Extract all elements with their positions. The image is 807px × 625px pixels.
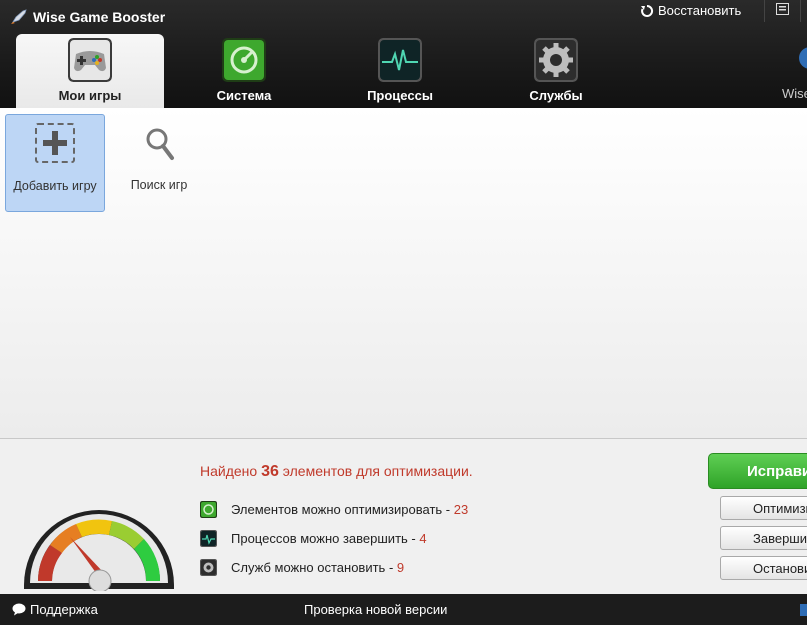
found-count: 36	[261, 463, 279, 480]
optimization-panel: Найдено 36 элементов для оптимизации. Эл…	[0, 438, 807, 595]
services-icon	[200, 559, 217, 576]
support-label: Поддержка	[30, 602, 98, 617]
app-title: Wise Game Booster	[10, 7, 165, 27]
wise-link[interactable]: Wise	[782, 86, 807, 101]
optimize-button[interactable]: Оптимизировать	[720, 496, 807, 520]
speedometer-icon	[24, 510, 174, 591]
tab-my-games[interactable]: Мои игры	[16, 34, 164, 108]
stat-text: Элементов можно оптимизировать - 23	[231, 502, 468, 517]
stat-row-services: Служб можно остановить - 9	[200, 559, 404, 576]
processes-icon	[378, 38, 422, 82]
stat-label: Процессов можно завершить -	[231, 531, 420, 546]
support-link[interactable]: Поддержка	[12, 602, 98, 617]
found-prefix: Найдено	[200, 463, 258, 479]
services-icon	[534, 38, 578, 82]
search-games-label: Поиск игр	[130, 178, 188, 192]
processes-icon	[200, 530, 217, 547]
stat-text: Процессов можно завершить - 4	[231, 531, 427, 546]
found-summary: Найдено 36 элементов для оптимизации.	[200, 463, 473, 481]
rocket-icon	[11, 9, 27, 24]
tab-label: Система	[216, 88, 272, 103]
title-bar: Wise Game Booster Восстановить Мои игры	[0, 0, 807, 108]
add-game-button[interactable]: Добавить игру	[5, 114, 105, 212]
tab-label: Процессы	[367, 88, 433, 103]
restore-label: Восстановить	[658, 3, 742, 18]
tab-system[interactable]: Система	[170, 34, 318, 108]
gamepad-icon	[68, 38, 112, 82]
found-suffix: элементов для оптимизации.	[282, 463, 473, 479]
terminate-button[interactable]: Завершить	[720, 526, 807, 550]
restore-button[interactable]: Восстановить	[640, 3, 741, 18]
stat-label: Элементов можно оптимизировать -	[231, 502, 454, 517]
search-games-button[interactable]: Поиск игр	[110, 114, 208, 210]
tab-processes[interactable]: Процессы	[326, 34, 474, 108]
stat-row-system: Элементов можно оптимизировать - 23	[200, 501, 468, 518]
social-icon[interactable]	[800, 604, 807, 616]
stat-value: 9	[396, 560, 405, 575]
stat-row-processes: Процессов можно завершить - 4	[200, 530, 427, 547]
fix-button[interactable]: Исправить	[708, 453, 807, 489]
status-bar: Поддержка Проверка новой версии	[0, 594, 807, 625]
system-icon	[222, 38, 266, 82]
stat-text: Служб можно остановить - 9	[231, 560, 404, 575]
fix-label: Исправить	[747, 462, 807, 480]
tab-services[interactable]: Службы	[482, 34, 630, 108]
stat-label: Служб можно остановить -	[231, 560, 397, 575]
plus-icon	[43, 131, 67, 155]
stat-value: 23	[453, 502, 469, 517]
tab-label: Службы	[529, 88, 583, 103]
menu-icon[interactable]	[776, 3, 789, 15]
restore-icon	[641, 4, 654, 17]
add-game-label: Добавить игру	[13, 179, 97, 193]
games-area: Добавить игру Поиск игр	[0, 108, 807, 438]
system-icon	[200, 501, 217, 518]
divider	[800, 0, 801, 22]
wise-logo-icon[interactable]	[799, 47, 807, 69]
stop-button[interactable]: Остановить	[720, 556, 807, 580]
app-title-text: Wise Game Booster	[33, 9, 166, 25]
search-icon	[146, 128, 174, 160]
tab-label: Мои игры	[58, 88, 122, 103]
check-update-link[interactable]: Проверка новой версии	[304, 602, 447, 617]
stat-value: 4	[419, 531, 427, 546]
chat-bubble-icon	[12, 603, 26, 616]
divider	[764, 0, 765, 22]
